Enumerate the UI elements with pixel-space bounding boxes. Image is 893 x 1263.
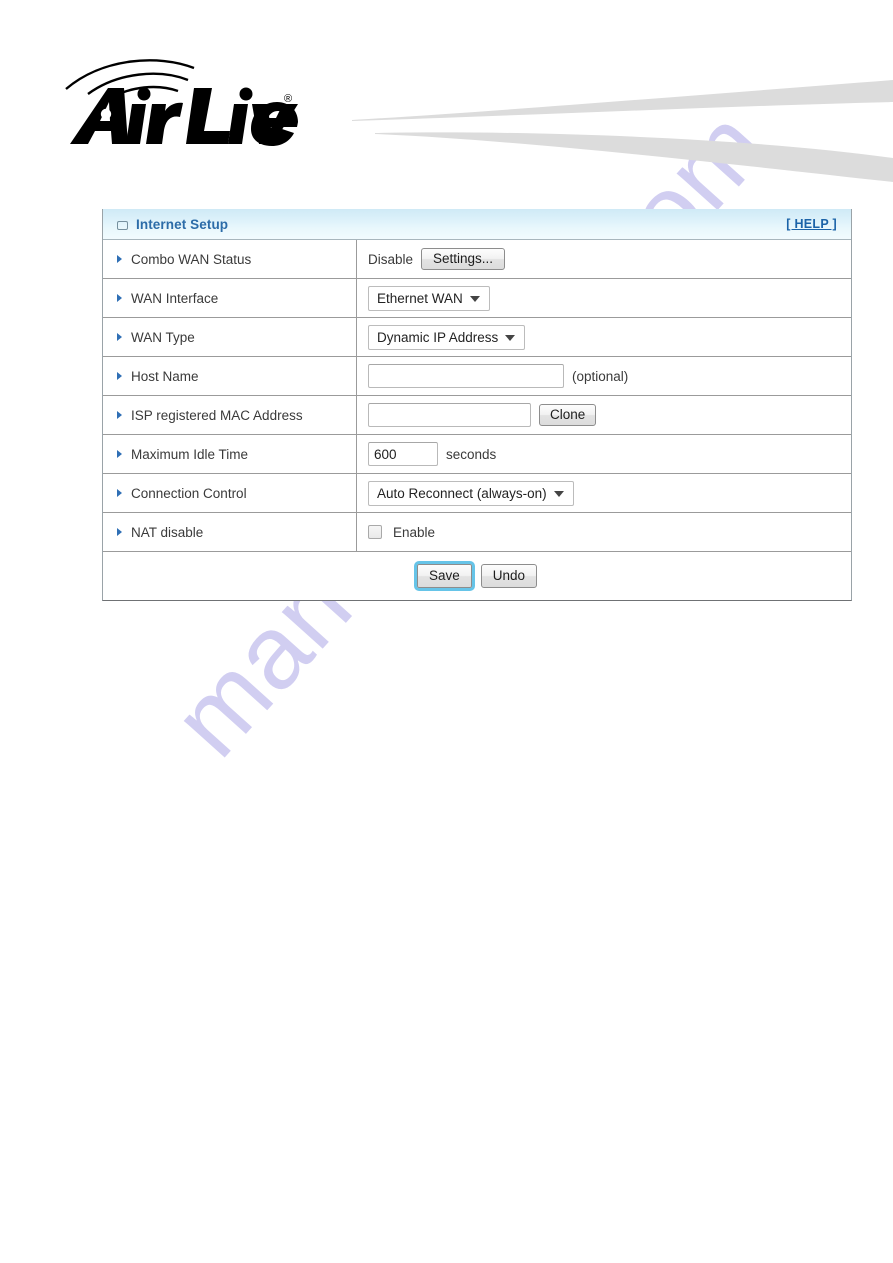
table-row: NAT disable Enable [103, 513, 851, 552]
label-text: Host Name [131, 368, 199, 384]
airlive-logo: ® [62, 52, 302, 147]
row-field-combo-wan-status: Disable Settings... [357, 240, 851, 278]
table-row: Host Name (optional) [103, 357, 851, 396]
row-label-host-name: Host Name [103, 357, 357, 395]
label-text: Connection Control [131, 485, 247, 501]
row-label-wan-interface: WAN Interface [103, 279, 357, 317]
table-row: Connection Control Auto Reconnect (alway… [103, 474, 851, 513]
seconds-unit-label: seconds [446, 446, 497, 462]
bullet-arrow-icon [117, 333, 122, 341]
row-label-connection-control: Connection Control [103, 474, 357, 512]
panel-header: Internet Setup [ HELP ] [103, 209, 851, 240]
wan-interface-select[interactable]: Ethernet WAN [368, 285, 490, 311]
row-field-wan-interface: Ethernet WAN [357, 279, 851, 317]
nat-disable-checkbox[interactable] [368, 525, 382, 539]
panel-footer: Save Undo [103, 552, 851, 600]
row-label-nat-disable: NAT disable [103, 513, 357, 551]
connection-control-selected-value: Auto Reconnect (always-on) [377, 485, 547, 501]
label-text: Maximum Idle Time [131, 446, 249, 462]
row-field-host-name: (optional) [357, 357, 851, 395]
row-field-isp-registered-mac-address: Clone [357, 396, 851, 434]
table-row: Combo WAN Status Disable Settings... [103, 240, 851, 279]
undo-button[interactable]: Undo [480, 564, 538, 588]
label-text: WAN Interface [131, 290, 219, 306]
label-text: ISP registered MAC Address [131, 407, 303, 423]
panel-title-group: Internet Setup [117, 217, 786, 232]
clone-button[interactable]: Clone [539, 404, 597, 426]
maximum-idle-time-input[interactable] [368, 442, 438, 466]
wan-type-select[interactable]: Dynamic IP Address [368, 324, 526, 350]
table-row: Maximum Idle Time seconds [103, 435, 851, 474]
row-field-nat-disable: Enable [357, 513, 851, 551]
bullet-arrow-icon [117, 294, 122, 302]
decorative-swoosh [330, 78, 893, 190]
save-button[interactable]: Save [413, 561, 475, 591]
row-label-wan-type: WAN Type [103, 318, 357, 356]
host-name-optional-note: (optional) [572, 368, 629, 384]
table-row: WAN Type Dynamic IP Address [103, 318, 851, 357]
row-field-wan-type: Dynamic IP Address [357, 318, 851, 356]
row-field-maximum-idle-time: seconds [357, 435, 851, 473]
connection-control-select[interactable]: Auto Reconnect (always-on) [368, 480, 574, 506]
combo-wan-status-value: Disable [368, 251, 414, 267]
svg-text:®: ® [284, 93, 292, 105]
bullet-arrow-icon [117, 255, 122, 263]
label-text: Combo WAN Status [131, 251, 252, 267]
row-field-connection-control: Auto Reconnect (always-on) [357, 474, 851, 512]
settings-button[interactable]: Settings... [421, 248, 506, 270]
page-title: Internet Setup [136, 216, 229, 232]
window-icon [117, 220, 128, 230]
wan-type-selected-value: Dynamic IP Address [377, 329, 499, 345]
row-label-combo-wan-status: Combo WAN Status [103, 240, 357, 278]
host-name-input[interactable] [368, 364, 564, 388]
wan-interface-selected-value: Ethernet WAN [377, 290, 463, 306]
bullet-arrow-icon [117, 411, 122, 419]
table-row: ISP registered MAC Address Clone [103, 396, 851, 435]
label-text: NAT disable [131, 524, 204, 540]
row-label-isp-registered-mac-address: ISP registered MAC Address [103, 396, 357, 434]
label-text: WAN Type [131, 329, 195, 345]
bullet-arrow-icon [117, 528, 122, 536]
nat-disable-checkbox-label: Enable [393, 524, 436, 540]
isp-mac-address-input[interactable] [368, 403, 531, 427]
bullet-arrow-icon [117, 450, 122, 458]
row-label-maximum-idle-time: Maximum Idle Time [103, 435, 357, 473]
internet-setup-panel: Internet Setup [ HELP ] Combo WAN Status… [102, 209, 852, 601]
table-row: WAN Interface Ethernet WAN [103, 279, 851, 318]
help-link[interactable]: [ HELP ] [786, 217, 837, 231]
bullet-arrow-icon [117, 489, 122, 497]
bullet-arrow-icon [117, 372, 122, 380]
